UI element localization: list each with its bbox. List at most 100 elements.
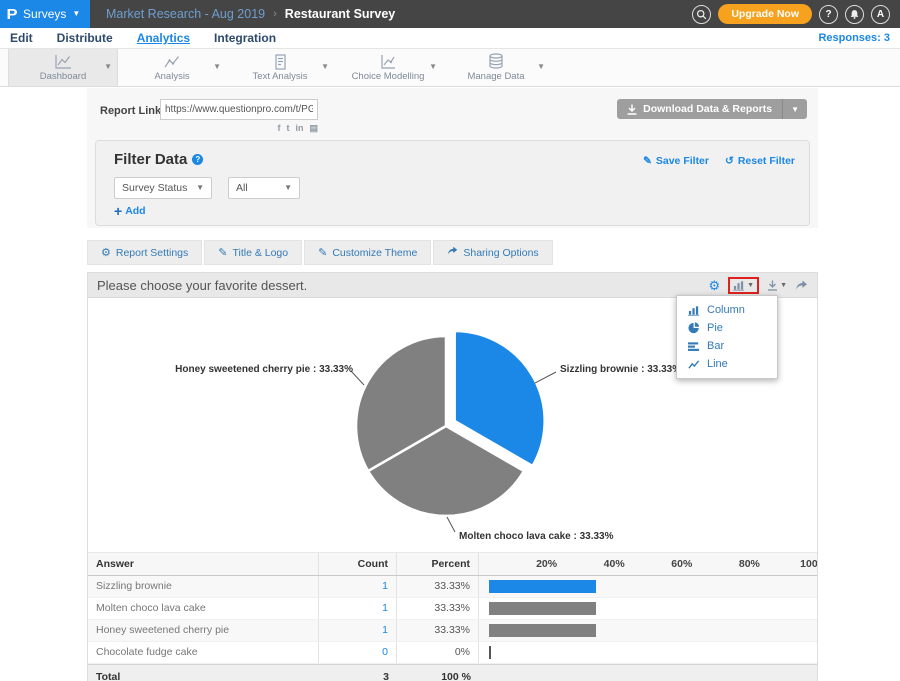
pencil-icon: ✎ <box>318 246 327 259</box>
share-icon <box>447 246 458 259</box>
axis-tick: 40% <box>604 553 625 575</box>
tab-title-logo[interactable]: ✎ Title & Logo <box>204 240 302 265</box>
breadcrumb-project[interactable]: Market Research - Aug 2019 <box>106 7 265 21</box>
pie-label: Honey sweetened cherry pie : 33.33% <box>148 364 353 375</box>
download-menu-caret[interactable]: ▼ <box>782 99 807 119</box>
add-filter-button[interactable]: + Add <box>114 204 146 218</box>
toolbar-item-analysis[interactable]: Analysis ▼ <box>118 49 226 86</box>
filter-data-title: Filter Data ? <box>114 151 203 168</box>
tab-sharing-options[interactable]: Sharing Options <box>433 240 552 265</box>
axis-tick: 80% <box>739 553 760 575</box>
tab-report-settings[interactable]: ⚙ Report Settings <box>87 240 202 265</box>
toolbar-item-manage-data[interactable]: Manage Data ▼ <box>442 49 550 86</box>
total-label: Total <box>88 665 319 681</box>
upgrade-now-button[interactable]: Upgrade Now <box>718 4 812 24</box>
questionpro-logo: P <box>6 6 17 23</box>
report-link-input[interactable] <box>160 99 318 120</box>
product-label: Surveys <box>23 7 66 21</box>
answer-label: Molten choco lava cake <box>88 598 319 619</box>
linkedin-icon[interactable]: in <box>295 123 303 134</box>
table-row: Honey sweetened cherry pie 1 33.33% <box>88 620 817 642</box>
chevron-down-icon: ▼ <box>284 184 292 192</box>
pie-callout-line <box>447 517 455 532</box>
pencil-icon: ✎ <box>643 155 652 167</box>
toolbar-item-text-analysis[interactable]: Text Analysis ▼ <box>226 49 334 86</box>
chevron-down-icon: ▼ <box>780 282 787 289</box>
menu-item-distribute[interactable]: Distribute <box>57 31 113 45</box>
avatar[interactable]: A <box>871 5 890 24</box>
menu-item-column[interactable]: Column <box>677 301 777 319</box>
top-actions: Upgrade Now ? A <box>692 4 900 24</box>
answer-label: Chocolate fudge cake <box>88 642 319 663</box>
menu-item-pie[interactable]: Pie <box>677 319 777 337</box>
column-chart-icon <box>733 280 745 291</box>
filter-data-panel: Filter Data ? ✎Save Filter ↺Reset Filter… <box>95 140 810 226</box>
chevron-down-icon[interactable]: ▼ <box>213 62 221 71</box>
menu-item-line[interactable]: Line <box>677 355 777 373</box>
share-icon <box>795 280 808 291</box>
total-percent: 100 % <box>397 665 479 681</box>
column-chart-icon <box>688 305 700 316</box>
embed-icon[interactable]: ▤ <box>309 123 318 134</box>
percent-bar <box>489 602 596 615</box>
facebook-icon[interactable]: f <box>277 123 280 134</box>
reset-filter-button[interactable]: ↺Reset Filter <box>725 155 795 167</box>
report-settings-tabs: ⚙ Report Settings ✎ Title & Logo ✎ Custo… <box>87 240 553 265</box>
menu-item-integration[interactable]: Integration <box>214 31 276 45</box>
chevron-down-icon[interactable]: ▼ <box>104 62 112 71</box>
download-data-reports-button[interactable]: Download Data & Reports ▼ <box>617 99 807 119</box>
report-section: Report Link f t in ▤ Download Data & Rep… <box>87 88 818 228</box>
filter-field-select[interactable]: Survey Status ▼ <box>114 177 212 199</box>
help-icon[interactable]: ? <box>192 154 203 165</box>
chevron-down-icon[interactable]: ▼ <box>537 62 545 71</box>
share-chart-button[interactable] <box>795 280 808 291</box>
product-switcher[interactable]: P Surveys ▼ <box>0 0 90 28</box>
axis-tick: 100% <box>800 553 817 575</box>
toolbar-item-dashboard[interactable]: Dashboard ▼ <box>8 49 118 86</box>
menu-item-analytics[interactable]: Analytics <box>137 31 190 45</box>
column-header-percent: Percent <box>397 553 479 575</box>
breadcrumb: Market Research - Aug 2019 › Restaurant … <box>106 7 395 21</box>
count-link[interactable]: 1 <box>319 598 397 619</box>
chevron-down-icon[interactable]: ▼ <box>321 62 329 71</box>
question-panel: Please choose your favorite dessert. ⚙ ▼… <box>87 272 818 681</box>
responses-count[interactable]: Responses: 3 <box>818 32 890 44</box>
notifications-button[interactable] <box>845 5 864 24</box>
answer-label: Honey sweetened cherry pie <box>88 620 319 641</box>
search-icon <box>696 9 707 20</box>
question-settings-button[interactable]: ⚙ <box>708 279 720 292</box>
analytics-toolbar: Dashboard ▼ Analysis ▼ Text Analysis ▼ C… <box>0 49 900 87</box>
twitter-icon[interactable]: t <box>286 123 289 134</box>
bar-axis-header: 20% 40% 60% 80% 100% <box>479 553 817 575</box>
column-header-count: Count <box>319 553 397 575</box>
percent-value: 0% <box>397 642 479 663</box>
top-bar: P Surveys ▼ Market Research - Aug 2019 ›… <box>0 0 900 28</box>
count-link[interactable]: 1 <box>319 576 397 597</box>
count-link[interactable]: 0 <box>319 642 397 663</box>
filter-value-select[interactable]: All ▼ <box>228 177 300 199</box>
chevron-down-icon: ▼ <box>747 282 754 289</box>
chevron-down-icon[interactable]: ▼ <box>429 62 437 71</box>
bar-chart-icon <box>688 341 700 352</box>
download-chart-button[interactable]: ▼ <box>767 280 787 291</box>
toolbar-item-choice-modelling[interactable]: Choice Modelling ▼ <box>334 49 442 86</box>
percent-value: 33.33% <box>397 620 479 641</box>
tab-customize-theme[interactable]: ✎ Customize Theme <box>304 240 431 265</box>
content-area: Report Link f t in ▤ Download Data & Rep… <box>87 88 818 681</box>
save-filter-button[interactable]: ✎Save Filter <box>643 155 709 167</box>
table-row: Chocolate fudge cake 0 0% <box>88 642 817 664</box>
menu-item-bar[interactable]: Bar <box>677 337 777 355</box>
axis-tick: 20% <box>536 553 557 575</box>
search-button[interactable] <box>692 5 711 24</box>
count-link[interactable]: 1 <box>319 620 397 641</box>
database-icon <box>486 53 506 70</box>
questionpro-analytics-page: P Surveys ▼ Market Research - Aug 2019 ›… <box>0 0 900 681</box>
bell-icon <box>849 9 860 20</box>
pie-label: Molten choco lava cake : 33.33% <box>459 531 614 542</box>
answer-label: Sizzling brownie <box>88 576 319 597</box>
chart-type-button[interactable]: ▼ <box>733 280 754 291</box>
menu-item-edit[interactable]: Edit <box>10 31 33 45</box>
question-title: Please choose your favorite dessert. <box>97 278 307 293</box>
analysis-chart-icon <box>162 54 182 70</box>
help-button[interactable]: ? <box>819 5 838 24</box>
